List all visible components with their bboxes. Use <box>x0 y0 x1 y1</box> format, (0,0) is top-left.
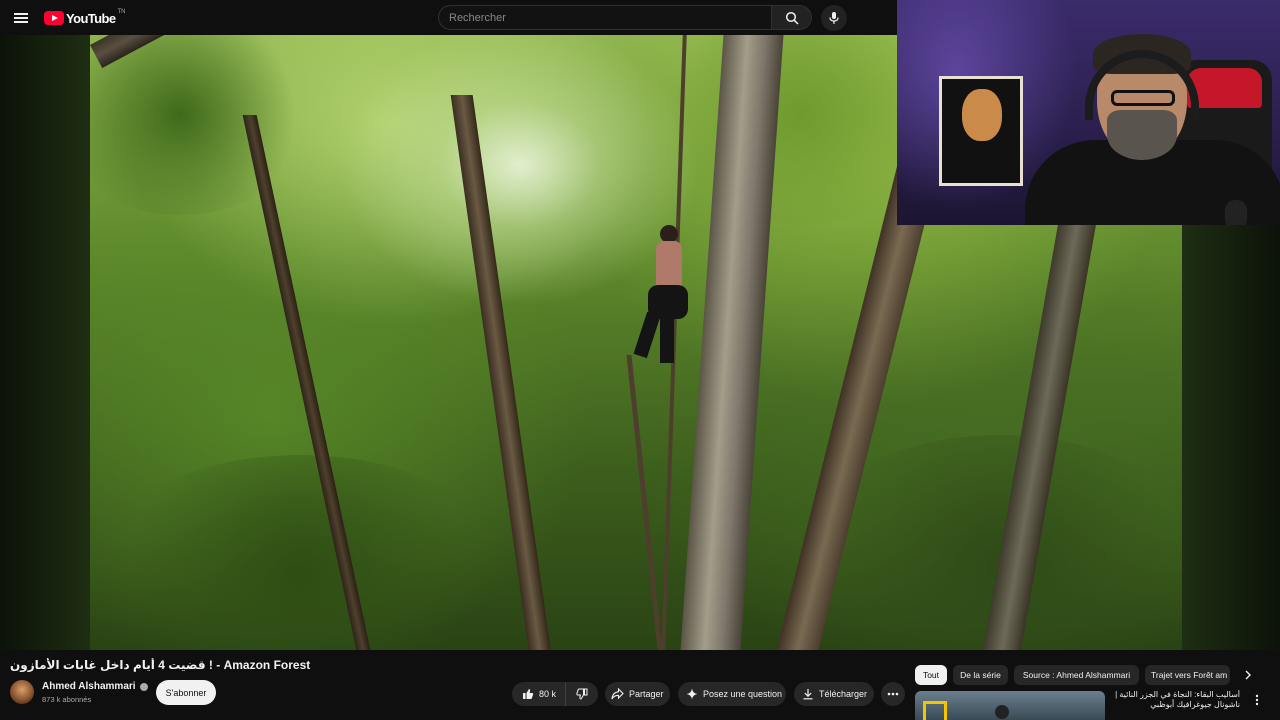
more-actions-button[interactable] <box>881 682 905 706</box>
nat-geo-logo <box>923 701 947 720</box>
video-title: قضيت 4 أيام داخل غابات الأمازون ! - Amaz… <box>10 658 311 672</box>
webcam-overlay <box>897 0 1280 225</box>
like-count: 80 k <box>539 689 557 699</box>
thumbs-down-icon <box>576 688 588 700</box>
search-icon <box>785 11 799 25</box>
like-dislike-group: 80 k <box>512 682 598 706</box>
download-label: Télécharger <box>819 689 868 699</box>
subscriber-count: 873 k abonnés <box>42 695 92 704</box>
youtube-play-icon <box>44 11 64 25</box>
youtube-logo[interactable]: YouTube TN <box>44 9 125 27</box>
share-icon <box>611 688 624 700</box>
streamer <box>1025 34 1280 225</box>
climber-figure <box>633 225 698 365</box>
share-button[interactable]: Partager <box>605 682 670 706</box>
chip-from-series[interactable]: De la série <box>953 665 1008 685</box>
verified-icon <box>139 682 148 691</box>
recommended-video-thumbnail[interactable] <box>915 691 1105 720</box>
foliage <box>90 455 510 650</box>
ask-question-button[interactable]: Posez une question <box>678 682 786 706</box>
search-button[interactable] <box>772 5 812 30</box>
recommended-video-menu-button[interactable] <box>1250 692 1264 708</box>
wall-picture-frame <box>939 76 1023 186</box>
player-ambient-left <box>0 35 90 650</box>
search-input[interactable] <box>439 6 771 29</box>
subscribe-button[interactable]: S'abonner <box>156 680 216 705</box>
more-vertical-icon <box>1255 694 1259 706</box>
thumbnail-figure <box>995 705 1009 719</box>
search-box <box>438 5 772 30</box>
voice-search-button[interactable] <box>821 5 847 31</box>
channel-avatar[interactable] <box>10 680 34 704</box>
sparkle-icon <box>686 688 698 700</box>
download-icon <box>803 689 813 700</box>
vine <box>626 355 663 650</box>
microphone <box>1225 200 1247 225</box>
thumbs-up-icon <box>523 689 534 699</box>
mic-icon <box>829 12 839 24</box>
share-label: Partager <box>629 689 664 699</box>
chip-scroll-next-button[interactable] <box>1238 665 1258 685</box>
menu-icon[interactable] <box>10 7 32 29</box>
chip-all[interactable]: Tout <box>915 665 947 685</box>
logo-text: YouTube <box>66 10 116 26</box>
chip-from-source[interactable]: Source : Ahmed Alshammari <box>1014 665 1139 685</box>
download-button[interactable]: Télécharger <box>794 682 874 706</box>
ask-label: Posez une question <box>703 689 783 699</box>
foliage <box>90 35 310 215</box>
channel-name-row[interactable]: Ahmed Alshammari <box>42 681 148 692</box>
dislike-button[interactable] <box>566 682 598 706</box>
logo-country-code: TN <box>117 9 126 15</box>
chevron-right-icon <box>1245 670 1251 680</box>
chip-related[interactable]: Trajet vers Forêt am <box>1145 665 1230 685</box>
channel-name[interactable]: Ahmed Alshammari <box>42 681 136 692</box>
recommended-video-title[interactable]: أساليب البقاء: النجاة في الجزر النائية |… <box>1108 690 1240 720</box>
like-button[interactable]: 80 k <box>512 682 566 706</box>
more-horizontal-icon <box>887 692 899 696</box>
